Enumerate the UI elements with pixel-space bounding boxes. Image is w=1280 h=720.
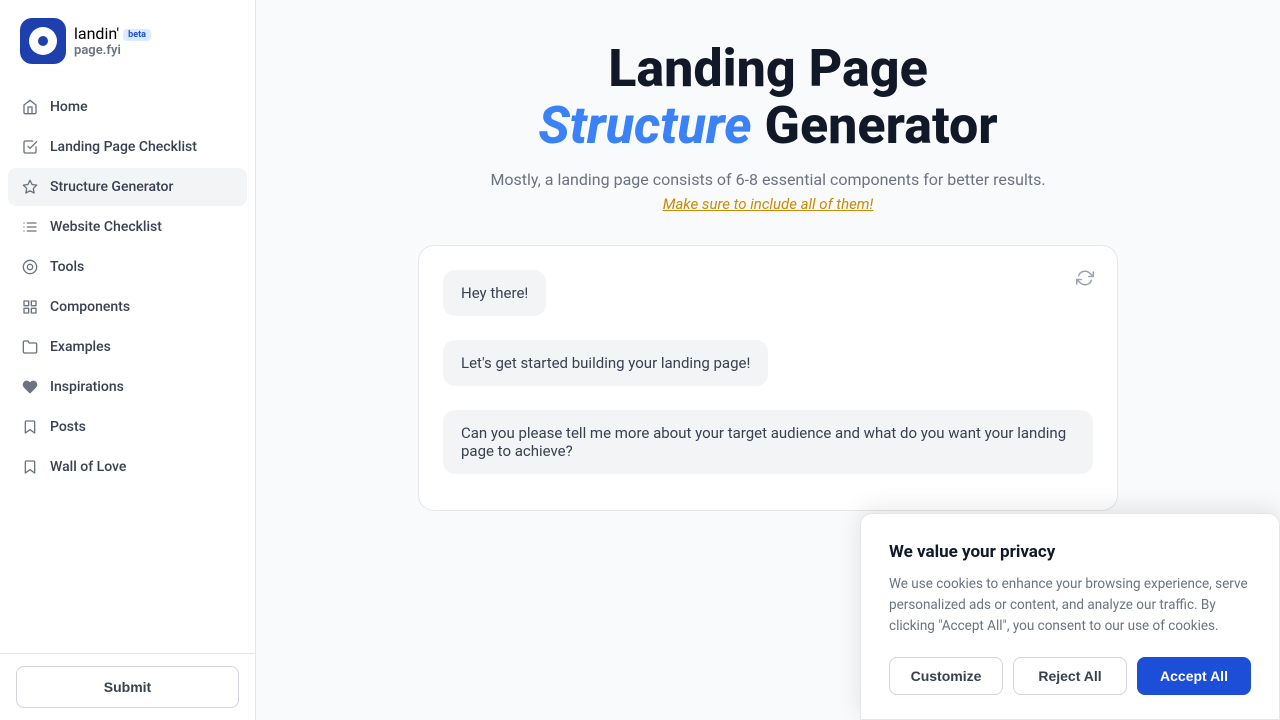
page-heading: Landing Page Structure Generator (316, 40, 1220, 154)
accept-button[interactable]: Accept All (1137, 657, 1251, 695)
cookie-body: We use cookies to enhance your browsing … (889, 574, 1251, 637)
home-icon (20, 97, 40, 117)
sidebar-item-components[interactable]: Components (8, 288, 247, 326)
chat-bubble-1: Hey there! (443, 270, 546, 316)
components-icon (20, 297, 40, 317)
sidebar-item-home-label: Home (50, 99, 88, 115)
page-title: Landing Page Structure Generator (316, 40, 1220, 154)
reject-button[interactable]: Reject All (1013, 657, 1127, 695)
sidebar-item-tools[interactable]: Tools (8, 248, 247, 286)
sidebar-item-checklist[interactable]: Landing Page Checklist (8, 128, 247, 166)
sidebar-item-examples[interactable]: Examples (8, 328, 247, 366)
customize-button[interactable]: Customize (889, 657, 1003, 695)
sidebar-item-posts[interactable]: Posts (8, 408, 247, 446)
chat-bubble-3-wrap: Can you please tell me more about your t… (443, 410, 1093, 474)
cookie-banner: We value your privacy We use cookies to … (860, 513, 1280, 720)
sidebar-item-components-label: Components (50, 299, 130, 315)
sidebar-item-tools-label: Tools (50, 259, 84, 275)
structure-icon (20, 177, 40, 197)
sidebar: landin'beta page.fyi Home Landing Page C… (0, 0, 256, 720)
subtitle-cta: Make sure to include all of them! (316, 195, 1220, 213)
sidebar-item-structure[interactable]: Structure Generator (8, 168, 247, 206)
chat-bubble-2: Let's get started building your landing … (443, 340, 768, 386)
chat-bubble-3: Can you please tell me more about your t… (443, 410, 1093, 474)
tools-icon (20, 257, 40, 277)
submit-button[interactable]: Submit (16, 666, 239, 708)
sidebar-item-website-checklist[interactable]: Website Checklist (8, 208, 247, 246)
checklist-icon (20, 137, 40, 157)
logo-text: landin'beta page.fyi (74, 24, 151, 58)
logo-sub: page.fyi (74, 43, 151, 58)
examples-icon (20, 337, 40, 357)
chat-container: Hey there! Let's get started building yo… (418, 245, 1118, 511)
sidebar-item-inspirations-label: Inspirations (50, 379, 124, 395)
sidebar-item-examples-label: Examples (50, 339, 111, 355)
sidebar-item-home[interactable]: Home (8, 88, 247, 126)
chat-bubble-1-wrap: Hey there! (443, 270, 1093, 328)
subtitle: Mostly, a landing page consists of 6-8 e… (316, 170, 1220, 189)
sidebar-item-posts-label: Posts (50, 419, 86, 435)
chat-bubble-2-wrap: Let's get started building your landing … (443, 340, 1093, 398)
sidebar-item-website-checklist-label: Website Checklist (50, 219, 162, 235)
sidebar-item-structure-label: Structure Generator (50, 179, 173, 195)
wall-of-love-icon (20, 457, 40, 477)
logo-main: landin'beta (74, 24, 151, 43)
posts-icon (20, 417, 40, 437)
sidebar-nav: Home Landing Page Checklist Structure Ge… (0, 88, 255, 653)
inspirations-icon (20, 377, 40, 397)
website-checklist-icon (20, 217, 40, 237)
logo-area: landin'beta page.fyi (0, 0, 255, 88)
submit-btn-area: Submit (0, 653, 255, 720)
sidebar-item-checklist-label: Landing Page Checklist (50, 139, 197, 155)
cookie-buttons: Customize Reject All Accept All (889, 657, 1251, 695)
sidebar-item-wall-of-love-label: Wall of Love (50, 459, 126, 475)
sidebar-item-wall-of-love[interactable]: Wall of Love (8, 448, 247, 486)
cookie-title: We value your privacy (889, 542, 1251, 562)
logo-icon (20, 18, 66, 64)
beta-badge: beta (123, 29, 151, 41)
sidebar-item-inspirations[interactable]: Inspirations (8, 368, 247, 406)
refresh-button[interactable] (1069, 262, 1101, 294)
